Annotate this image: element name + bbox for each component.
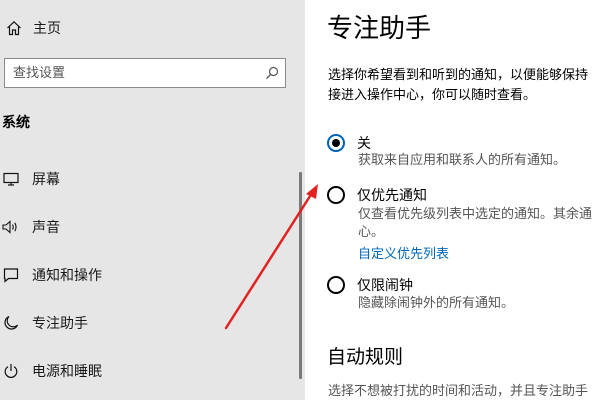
notification-icon [0, 267, 22, 283]
radio-alarms-only-label: 仅限闹钟 [357, 278, 413, 294]
customize-priority-list-link[interactable]: 自定义优先列表 [358, 243, 449, 262]
sidebar-item-focus-assist[interactable]: 专注助手 [0, 306, 290, 340]
sidebar-item-sound[interactable]: 声音 [0, 210, 290, 244]
home-icon [3, 20, 25, 36]
radio-off[interactable]: 关 [327, 133, 371, 153]
radio-button-priority-only[interactable] [327, 186, 345, 204]
radio-priority-only-label: 仅优先通知 [357, 188, 427, 204]
speaker-icon [0, 219, 22, 235]
nav-home[interactable]: 主页 [0, 12, 300, 44]
search-input[interactable] [5, 60, 259, 86]
nav-home-label: 主页 [33, 21, 61, 37]
sidebar-group-title: 系统 [2, 115, 30, 131]
sidebar-item-label: 屏幕 [32, 172, 60, 188]
radio-selected-dot [332, 139, 340, 147]
search-box [4, 58, 286, 88]
radio-priority-only[interactable]: 仅优先通知 [327, 185, 427, 205]
auto-rules-title: 自动规则 [327, 346, 404, 368]
main-content: 专注助手 选择你希望看到和听到的通知，以便能够保持 接进入操作中心，你可以随时查… [305, 0, 600, 400]
radio-alarms-only[interactable]: 仅限闹钟 [327, 275, 413, 295]
page-description-line: 接进入操作中心，你可以随时查看。 [328, 88, 537, 103]
sidebar-item-display[interactable]: 屏幕 [0, 162, 290, 196]
moon-icon [0, 315, 22, 331]
page-title: 专注助手 [327, 14, 432, 44]
radio-button-off[interactable] [327, 134, 345, 152]
sidebar-item-label: 声音 [32, 220, 60, 236]
sidebar-item-label: 通知和操作 [32, 268, 102, 284]
auto-rules-description: 选择不想被打扰的时间和活动，并且专注助手 [328, 384, 589, 399]
radio-priority-only-description: 仅查看优先级列表中选定的通知。其余通 [358, 207, 593, 222]
radio-off-label: 关 [357, 136, 371, 152]
sidebar-item-notifications[interactable]: 通知和操作 [0, 258, 290, 292]
radio-priority-only-description-cont: 心。 [358, 225, 385, 240]
sidebar-item-power-sleep[interactable]: 电源和睡眠 [0, 354, 290, 388]
monitor-icon [0, 171, 22, 187]
sidebar-item-label: 电源和睡眠 [32, 364, 102, 380]
radio-alarms-only-description: 隐藏除闹钟外的所有通知。 [358, 296, 515, 311]
page-description: 选择你希望看到和听到的通知，以便能够保持 接进入操作中心，你可以随时查看。 [328, 66, 600, 106]
sidebar-item-label: 专注助手 [32, 316, 88, 332]
radio-off-description: 获取来自应用和联系人的所有通知。 [358, 153, 567, 168]
radio-button-alarms-only[interactable] [327, 276, 345, 294]
sidebar: 主页 系统 屏幕 声音 [0, 0, 305, 400]
page-description-line: 选择你希望看到和听到的通知，以便能够保持 [328, 68, 589, 83]
search-icon[interactable] [259, 66, 285, 80]
sidebar-scrollbar[interactable] [299, 172, 302, 379]
power-icon [0, 363, 22, 379]
